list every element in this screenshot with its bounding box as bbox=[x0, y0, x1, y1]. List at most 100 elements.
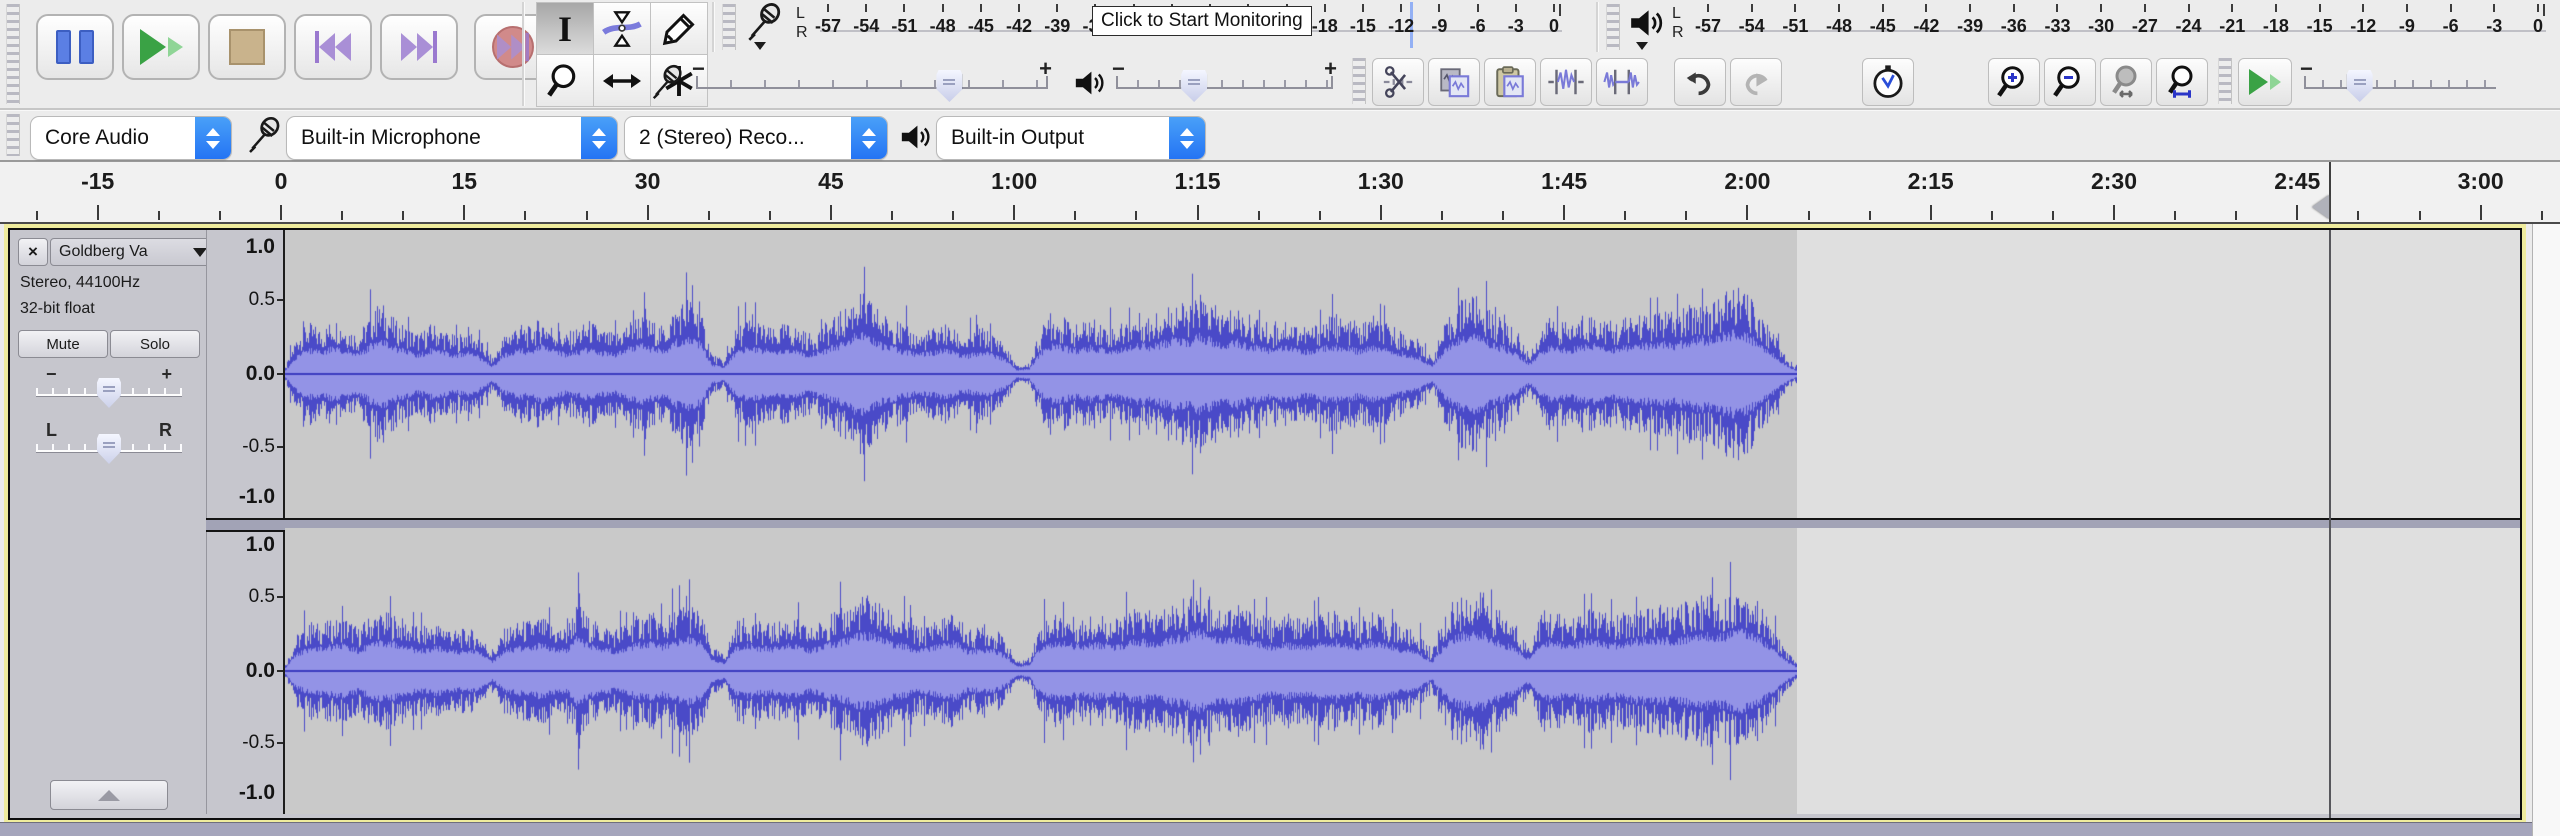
transcription-toolbar-grabber[interactable] bbox=[2218, 58, 2232, 104]
zoom-in-icon bbox=[1996, 64, 2032, 100]
mixer-microphone-icon bbox=[648, 64, 686, 102]
playback-volume-slider[interactable]: − + bbox=[1112, 60, 1337, 106]
meter-number: -12 bbox=[2350, 16, 2376, 37]
play-speed-thumb[interactable] bbox=[2347, 70, 2373, 102]
waveform-right-channel[interactable] bbox=[285, 528, 2520, 814]
vertical-scrollbar[interactable] bbox=[2532, 224, 2560, 836]
vertical-scale-tick bbox=[277, 373, 283, 375]
gain-thumb[interactable] bbox=[97, 378, 121, 408]
playback-meter-icon-area[interactable] bbox=[1626, 4, 1676, 52]
ruler-time-label: 45 bbox=[818, 168, 844, 195]
pan-slider[interactable]: L R bbox=[34, 426, 184, 466]
ruler-minor-tick bbox=[402, 211, 404, 220]
transport-toolbar-grabber[interactable] bbox=[6, 4, 20, 104]
stop-button[interactable] bbox=[208, 14, 286, 80]
track-goldberg: × Goldberg Va Stereo, 44100Hz 32-bit flo… bbox=[8, 228, 2522, 820]
vertical-scale-left-channel[interactable]: 1.00.50.0-0.5-1.0 bbox=[206, 230, 285, 518]
collapse-track-button[interactable] bbox=[50, 780, 168, 810]
ruler-minor-tick bbox=[1869, 211, 1871, 220]
mute-button[interactable]: Mute bbox=[18, 330, 108, 358]
redo-button[interactable] bbox=[1730, 58, 1782, 106]
play-speed-slider[interactable]: − bbox=[2300, 60, 2500, 106]
ruler-minor-tick bbox=[341, 211, 343, 220]
recording-channels-select[interactable]: 2 (Stereo) Reco... bbox=[624, 116, 888, 160]
play-at-speed-button[interactable] bbox=[2238, 58, 2292, 106]
ruler-major-tick bbox=[1197, 205, 1199, 220]
speaker-icon bbox=[1626, 4, 1668, 42]
recording-volume-thumb[interactable] bbox=[936, 70, 962, 102]
monitoring-tooltip[interactable]: Click to Start Monitoring bbox=[1092, 6, 1312, 36]
ruler-minor-tick bbox=[2235, 211, 2237, 220]
track-close-button[interactable]: × bbox=[18, 238, 48, 266]
track-name-menu[interactable]: Goldberg Va bbox=[50, 238, 216, 266]
vertical-scale-right-channel[interactable]: 1.00.50.0-0.5-1.0 bbox=[206, 528, 285, 814]
playback-device-select[interactable]: Built-in Output bbox=[936, 116, 1206, 160]
selection-tool-button[interactable]: I bbox=[536, 2, 594, 55]
recording-meter-icon-area[interactable] bbox=[742, 2, 794, 52]
meter-number: -12 bbox=[1388, 16, 1414, 37]
zoom-out-button[interactable] bbox=[2044, 58, 2096, 106]
ruler-minor-tick bbox=[219, 211, 221, 220]
recording-meter-grabber[interactable] bbox=[722, 4, 736, 50]
playback-meter-scale[interactable]: -57-54-51-48-45-42-39-36-33-30-27-24-21-… bbox=[1700, 2, 2546, 50]
silence-audio-button[interactable] bbox=[1596, 58, 1648, 106]
selection-tool-icon: I bbox=[558, 11, 572, 47]
ruler-cursor-line bbox=[2329, 162, 2331, 222]
trim-audio-button[interactable] bbox=[1540, 58, 1592, 106]
zoom-in-button[interactable] bbox=[1988, 58, 2040, 106]
fit-selection-button[interactable] bbox=[2100, 58, 2152, 106]
gain-slider[interactable]: − + bbox=[34, 370, 184, 410]
ruler-minor-tick bbox=[1808, 211, 1810, 220]
draw-tool-button[interactable] bbox=[650, 2, 708, 55]
ruler-time-label: 1:30 bbox=[1358, 168, 1404, 195]
waveform-left-channel[interactable] bbox=[285, 230, 2520, 518]
left-channel-label: L bbox=[1672, 4, 1684, 23]
fit-project-button[interactable] bbox=[2156, 58, 2208, 106]
skip-to-start-button[interactable] bbox=[294, 14, 372, 80]
recording-device-select[interactable]: Built-in Microphone bbox=[286, 116, 618, 160]
recording-device-value: Built-in Microphone bbox=[287, 126, 581, 150]
audio-clip-right[interactable] bbox=[285, 528, 1797, 814]
meter-number: -54 bbox=[853, 16, 879, 37]
ruler-time-label: 0 bbox=[275, 168, 288, 195]
ruler-minor-tick bbox=[1685, 211, 1687, 220]
audio-clip-left[interactable] bbox=[285, 230, 1797, 518]
meter-number: -39 bbox=[1957, 16, 1983, 37]
skip-to-end-button[interactable] bbox=[380, 14, 458, 80]
play-icon bbox=[140, 29, 183, 65]
recording-meter-scale[interactable]: Click to Start Monitoring -57-54-51-48-4… bbox=[820, 2, 1562, 50]
device-toolbar-grabber[interactable] bbox=[6, 114, 20, 156]
meter-number: -18 bbox=[1312, 16, 1338, 37]
edit-toolbar-grabber[interactable] bbox=[1352, 58, 1366, 104]
pause-button[interactable] bbox=[36, 14, 114, 80]
meter-number: -57 bbox=[1695, 16, 1721, 37]
playback-volume-thumb[interactable] bbox=[1181, 70, 1207, 102]
audacity-window: I bbox=[0, 0, 2560, 836]
sync-lock-button[interactable] bbox=[1862, 58, 1914, 106]
pan-thumb[interactable] bbox=[97, 434, 121, 464]
copy-button[interactable] bbox=[1428, 58, 1480, 106]
timeline-ruler[interactable]: -1501530451:001:151:301:452:002:152:302:… bbox=[0, 162, 2560, 224]
meter-tick bbox=[2013, 4, 2015, 12]
paste-button[interactable] bbox=[1484, 58, 1536, 106]
playback-meter-grabber[interactable] bbox=[1606, 4, 1620, 50]
ruler-major-tick bbox=[280, 205, 282, 220]
audio-host-select[interactable]: Core Audio bbox=[30, 116, 232, 160]
audio-host-value: Core Audio bbox=[31, 126, 195, 150]
envelope-tool-button[interactable] bbox=[593, 2, 651, 55]
cut-button[interactable] bbox=[1372, 58, 1424, 106]
solo-button[interactable]: Solo bbox=[110, 330, 200, 358]
meter-tick bbox=[2188, 4, 2190, 12]
play-button[interactable] bbox=[122, 14, 200, 80]
ruler-major-tick bbox=[463, 205, 465, 220]
ruler-major-tick bbox=[1013, 205, 1015, 220]
zoom-tool-button[interactable] bbox=[536, 54, 594, 107]
separator bbox=[522, 2, 525, 106]
recording-volume-slider[interactable]: − + bbox=[692, 60, 1052, 106]
horizontal-scrollbar[interactable] bbox=[0, 822, 2532, 836]
time-shift-tool-button[interactable] bbox=[593, 54, 651, 107]
ruler-minor-tick bbox=[1502, 211, 1504, 220]
undo-button[interactable] bbox=[1674, 58, 1726, 106]
ruler-minor-tick bbox=[891, 211, 893, 220]
ruler-major-tick bbox=[2480, 205, 2482, 220]
